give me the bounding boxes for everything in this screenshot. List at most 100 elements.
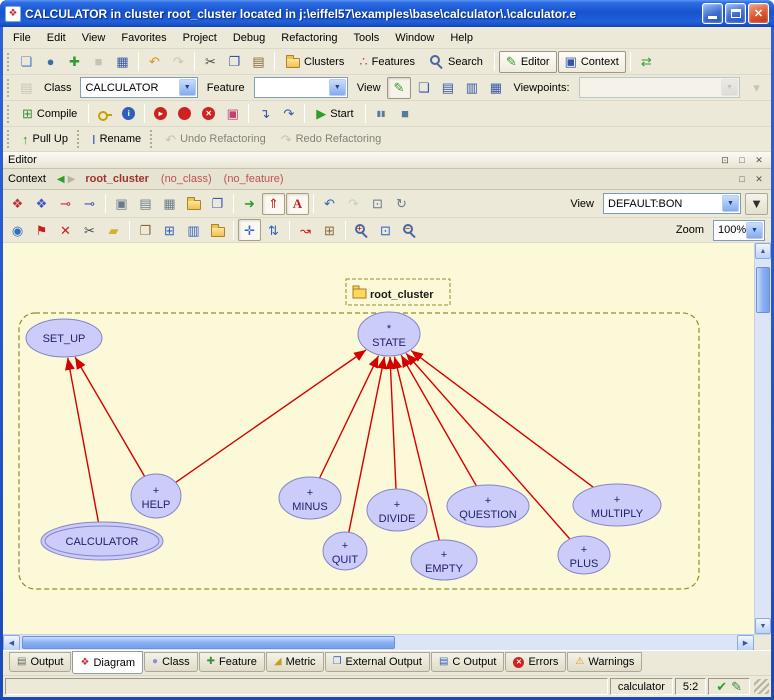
menu-favorites[interactable]: Favorites bbox=[113, 29, 174, 47]
step-over-button[interactable]: ↷ bbox=[277, 103, 300, 125]
tab-c-output[interactable]: ▤C Output bbox=[431, 652, 504, 672]
undo-button[interactable]: ↶ bbox=[143, 51, 166, 73]
text-labels-button[interactable]: A bbox=[286, 193, 309, 215]
zoom-combo-arrow[interactable]: ▼ bbox=[746, 222, 763, 239]
context-class-link[interactable]: (no_class) bbox=[161, 173, 212, 185]
close-button[interactable]: ✕ bbox=[748, 3, 769, 24]
open-file-button[interactable]: ● bbox=[39, 51, 62, 73]
class-combo-arrow[interactable]: ▼ bbox=[179, 79, 196, 96]
cut-button[interactable]: ✂ bbox=[199, 51, 222, 73]
tab-external-output[interactable]: ❐External Output bbox=[325, 652, 430, 672]
basic-text-view-button[interactable]: ✎ bbox=[387, 77, 412, 99]
pull-up-button[interactable]: ↑Pull Up bbox=[15, 128, 75, 150]
vertical-scroll-track[interactable] bbox=[755, 259, 771, 618]
highlight-tool-button[interactable]: ⚑ bbox=[30, 219, 53, 241]
browse-world-button[interactable]: ◉ bbox=[6, 219, 29, 241]
vertical-scrollbar[interactable]: ▲ ▼ bbox=[754, 243, 771, 634]
tab-errors[interactable]: ✕Errors bbox=[505, 652, 566, 672]
menu-edit[interactable]: Edit bbox=[39, 29, 74, 47]
diagram-settings-button[interactable]: ▦ bbox=[158, 193, 181, 215]
new-diagram-window-button[interactable]: ❐ bbox=[206, 193, 229, 215]
tab-class[interactable]: ●Class bbox=[144, 652, 198, 672]
class-bubble-set_up[interactable]: SET_UP bbox=[26, 319, 102, 357]
paste-button[interactable]: ▤ bbox=[247, 51, 270, 73]
menu-file[interactable]: File bbox=[5, 29, 39, 47]
menu-help[interactable]: Help bbox=[442, 29, 481, 47]
anchor-tool-button[interactable]: ✂ bbox=[78, 219, 101, 241]
bon-class-diagram[interactable]: root_clusterSET_UP*STATE+HELPCALCULATOR+… bbox=[3, 243, 754, 634]
vertical-scroll-thumb[interactable] bbox=[756, 267, 770, 313]
link-target-button[interactable]: ➜ bbox=[238, 193, 261, 215]
tab-output[interactable]: ▤Output bbox=[9, 652, 71, 672]
snap-grid-button[interactable]: ⊞ bbox=[318, 219, 341, 241]
features-button[interactable]: ∴Features bbox=[352, 51, 422, 73]
client-link-divide-state[interactable] bbox=[390, 357, 396, 489]
client-link-calculator-set_up[interactable] bbox=[68, 358, 99, 522]
copy-button[interactable]: ❐ bbox=[223, 51, 246, 73]
class-bubble-plus[interactable]: +PLUS bbox=[558, 536, 610, 574]
diagram-view-combo[interactable]: DEFAULT:BON▼ bbox=[603, 193, 741, 214]
crop-diagram-button[interactable]: ⊡ bbox=[366, 193, 389, 215]
create-cluster-tool-button[interactable]: ❖ bbox=[30, 193, 53, 215]
search-button[interactable]: Search bbox=[423, 51, 490, 73]
clickable-view-button[interactable]: ❏ bbox=[412, 77, 435, 99]
compile-button[interactable]: ⊞Compile bbox=[15, 103, 84, 125]
horizontal-scrollbar[interactable]: ◀ ▶ bbox=[3, 634, 771, 650]
diagram-view-menu-button[interactable]: ▼ bbox=[745, 193, 768, 215]
resize-grip[interactable] bbox=[754, 679, 769, 694]
external-commands-button[interactable]: ⇄ bbox=[635, 51, 658, 73]
rename-button[interactable]: IRename bbox=[85, 128, 148, 150]
scroll-down-button[interactable]: ▼ bbox=[755, 618, 771, 634]
menu-project[interactable]: Project bbox=[175, 29, 225, 47]
debug-disable-button[interactable]: ✕ bbox=[197, 103, 220, 125]
sort-links-button[interactable]: ⇅ bbox=[262, 219, 285, 241]
delete-tool-button[interactable]: ✕ bbox=[54, 219, 77, 241]
zoom-in-button[interactable]: + bbox=[350, 219, 373, 241]
scroll-right-button[interactable]: ▶ bbox=[737, 635, 754, 651]
debug-run-button[interactable]: ▸ bbox=[149, 103, 172, 125]
cluster-view-button[interactable] bbox=[206, 219, 229, 241]
create-class-tool-button[interactable]: ❖ bbox=[6, 193, 29, 215]
snapshot-button[interactable]: ▣ bbox=[110, 193, 133, 215]
class-bubble-empty[interactable]: +EMPTY bbox=[411, 540, 477, 580]
context-cluster-link[interactable]: root_cluster bbox=[85, 173, 149, 185]
scroll-left-button[interactable]: ◀ bbox=[3, 635, 20, 651]
horizontal-scroll-thumb[interactable] bbox=[22, 636, 395, 649]
client-link-help-state[interactable] bbox=[176, 350, 366, 482]
dock-panel-icon[interactable]: ⊡ bbox=[718, 154, 732, 167]
class-bubble-multiply[interactable]: +MULTIPLY bbox=[573, 484, 661, 526]
tab-feature[interactable]: ✚Feature bbox=[199, 652, 265, 672]
ignore-breakpoints-button[interactable]: ↴ bbox=[253, 103, 276, 125]
horizontal-scroll-track[interactable] bbox=[20, 635, 737, 650]
menu-refactoring[interactable]: Refactoring bbox=[273, 29, 345, 47]
new-editor-window-button[interactable]: ❏ bbox=[15, 51, 38, 73]
client-link-help-set_up[interactable] bbox=[75, 357, 145, 476]
menu-debug[interactable]: Debug bbox=[225, 29, 273, 47]
contract-view-button[interactable]: ▥ bbox=[460, 77, 483, 99]
quality-view-button[interactable]: ❐ bbox=[134, 219, 157, 241]
interface-view-button[interactable]: ▦ bbox=[484, 77, 507, 99]
pause-button[interactable]: ▮▮ bbox=[370, 103, 393, 125]
debug-object-button[interactable] bbox=[173, 103, 196, 125]
class-bubble-minus[interactable]: +MINUS bbox=[279, 477, 341, 519]
zoom-out-button[interactable]: − bbox=[398, 219, 421, 241]
system-info-button[interactable]: i bbox=[117, 103, 140, 125]
context-feature-link[interactable]: (no_feature) bbox=[224, 173, 284, 185]
class-bubble-quit[interactable]: +QUIT bbox=[323, 532, 367, 570]
class-combo[interactable]: CALCULATOR▼ bbox=[80, 77, 197, 98]
menu-window[interactable]: Window bbox=[387, 29, 442, 47]
feature-combo[interactable]: ▼ bbox=[254, 77, 348, 98]
clusters-button[interactable]: Clusters bbox=[279, 51, 351, 73]
save-button[interactable]: ▦ bbox=[111, 51, 134, 73]
debug-tools-button[interactable]: ▣ bbox=[221, 103, 244, 125]
center-on-target-button[interactable]: ✛ bbox=[238, 219, 261, 241]
print-diagram-button[interactable]: ▤ bbox=[134, 193, 157, 215]
new-tab-button[interactable]: ✚ bbox=[63, 51, 86, 73]
eraser-tool-button[interactable]: ▰ bbox=[102, 219, 125, 241]
statistics-button[interactable]: ▥ bbox=[182, 219, 205, 241]
maximize-button[interactable] bbox=[725, 3, 746, 24]
class-bubble-divide[interactable]: +DIVIDE bbox=[367, 489, 427, 531]
class-bubble-state[interactable]: *STATE bbox=[358, 312, 420, 356]
menu-tools[interactable]: Tools bbox=[346, 29, 388, 47]
client-link-minus-state[interactable] bbox=[320, 356, 379, 478]
